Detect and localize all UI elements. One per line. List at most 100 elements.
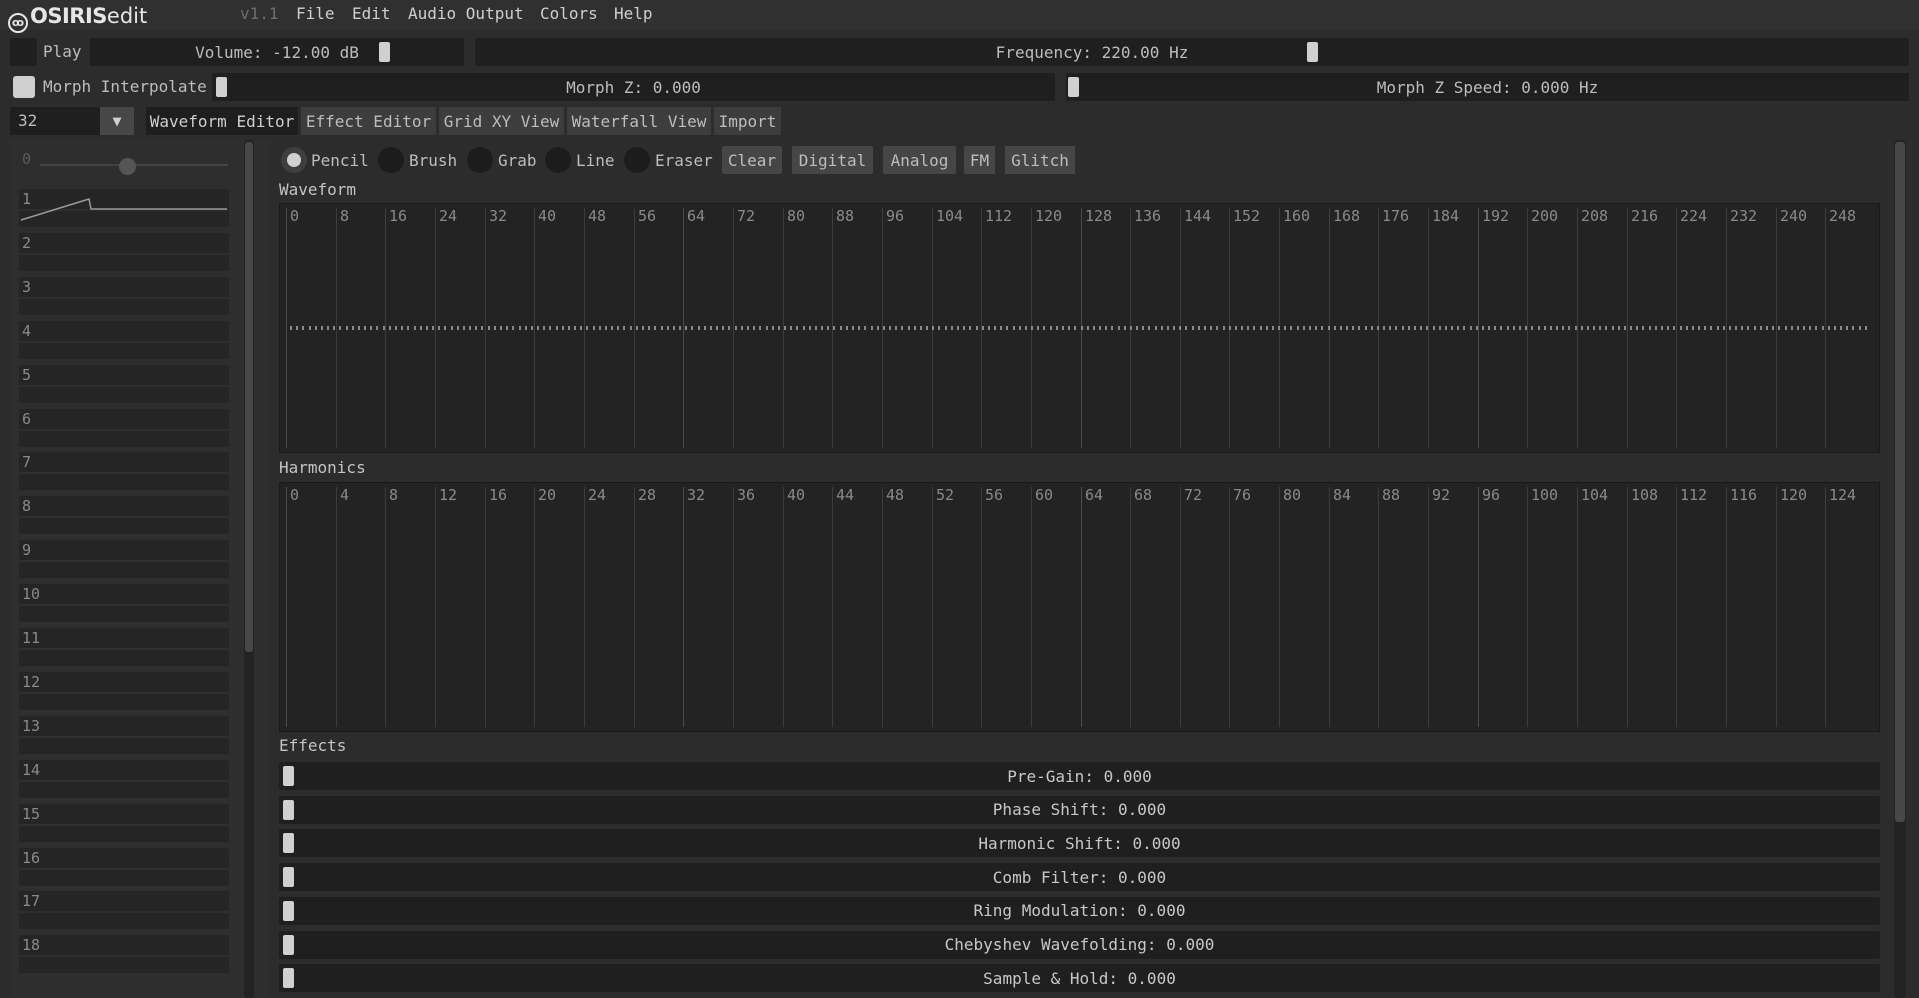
waveform-sample-point[interactable] [1124,326,1126,330]
tab-waveform-editor[interactable]: Waveform Editor [146,107,298,135]
waveform-sample-point[interactable] [358,326,360,330]
waveform-sample-point[interactable] [1766,326,1768,330]
waveform-sample-point[interactable] [1809,326,1811,330]
sidebar-slider-handle[interactable] [119,158,136,175]
waveform-sample-point[interactable] [1192,326,1194,330]
waveform-sample-point[interactable] [1605,326,1607,330]
waveform-sample-point[interactable] [1062,326,1064,330]
waveform-sample-point[interactable] [1383,326,1385,330]
play-checkbox[interactable] [10,38,37,66]
waveform-sample-point[interactable] [512,326,514,330]
waveform-sample-point[interactable] [1013,326,1015,330]
waveform-sample-point[interactable] [1859,326,1861,330]
tab-grid-xy-view[interactable]: Grid XY View [439,107,564,135]
waveform-sample-point[interactable] [1735,326,1737,330]
waveform-sample-point[interactable] [1680,326,1682,330]
glitch-button[interactable]: Glitch [1005,146,1075,174]
waveform-sample-point[interactable] [1210,326,1212,330]
waveform-sample-point[interactable] [753,326,755,330]
waveform-sample-point[interactable] [735,326,737,330]
waveform-sample-point[interactable] [1649,326,1651,330]
waveform-sample-point[interactable] [438,326,440,330]
waveform-sample-point[interactable] [617,326,619,330]
waveform-sample-point[interactable] [840,326,842,330]
waveform-sample-point[interactable] [1550,326,1552,330]
waveform-sample-point[interactable] [1161,326,1163,330]
waveform-sample-point[interactable] [938,326,940,330]
waveform-sample-point[interactable] [414,326,416,330]
waveform-sample-point[interactable] [747,326,749,330]
wavetable-slot[interactable]: 13 [19,716,229,754]
waveform-sample-point[interactable] [1772,326,1774,330]
menu-audio-output[interactable]: Audio Output [408,4,524,23]
waveform-sample-point[interactable] [1593,326,1595,330]
waveform-sample-point[interactable] [309,326,311,330]
waveform-sample-point[interactable] [1019,326,1021,330]
waveform-sample-point[interactable] [370,326,372,330]
waveform-sample-point[interactable] [864,326,866,330]
waveform-sample-point[interactable] [1321,326,1323,330]
waveform-sample-point[interactable] [543,326,545,330]
waveform-sample-point[interactable] [1278,326,1280,330]
effect-slider-handle[interactable] [283,799,294,820]
waveform-sample-point[interactable] [519,326,521,330]
waveform-sample-point[interactable] [463,326,465,330]
waveform-sample-point[interactable] [926,326,928,330]
waveform-sample-point[interactable] [852,326,854,330]
morph-z-slider[interactable]: Morph Z: 0.000 [212,73,1055,101]
waveform-sample-point[interactable] [1840,326,1842,330]
waveform-sample-point[interactable] [432,326,434,330]
waveform-sample-point[interactable] [1723,326,1725,330]
waveform-sample-point[interactable] [1667,326,1669,330]
waveform-sample-point[interactable] [901,326,903,330]
waveform-sample-point[interactable] [623,326,625,330]
waveform-sample-point[interactable] [302,326,304,330]
waveform-sample-point[interactable] [457,326,459,330]
waveform-sample-point[interactable] [1494,326,1496,330]
radio-eraser[interactable] [624,147,650,173]
wavetable-slot[interactable]: 11 [19,628,229,666]
waveform-sample-point[interactable] [1815,326,1817,330]
waveform-sample-point[interactable] [1470,326,1472,330]
waveform-sample-point[interactable] [1741,326,1743,330]
waveform-sample-point[interactable] [1636,326,1638,330]
tab-waterfall-view[interactable]: Waterfall View [567,107,711,135]
waveform-sample-point[interactable] [1754,326,1756,330]
waveform-sample-point[interactable] [1216,326,1218,330]
wavetable-slot[interactable]: 12 [19,672,229,710]
waveform-sample-point[interactable] [1562,326,1564,330]
waveform-sample-point[interactable] [327,326,329,330]
waveform-sample-point[interactable] [395,326,397,330]
waveform-sample-point[interactable] [796,326,798,330]
waveform-sample-point[interactable] [728,326,730,330]
fm-button[interactable]: FM [964,146,995,174]
waveform-sample-point[interactable] [1235,326,1237,330]
effect-slider-handle[interactable] [283,833,294,854]
digital-button[interactable]: Digital [792,146,873,174]
waveform-sample-point[interactable] [784,326,786,330]
waveform-sample-point[interactable] [1099,326,1101,330]
waveform-sample-point[interactable] [1087,326,1089,330]
tab-effect-editor[interactable]: Effect Editor [301,107,436,135]
waveform-sample-point[interactable] [1797,326,1799,330]
waveform-sample-point[interactable] [580,326,582,330]
waveform-sample-point[interactable] [932,326,934,330]
wavetable-slot[interactable]: 7 [19,452,229,490]
waveform-sample-point[interactable] [426,326,428,330]
morph-z-speed-slider-handle[interactable] [1068,77,1079,97]
waveform-sample-point[interactable] [1525,326,1527,330]
waveform-sample-point[interactable] [586,326,588,330]
waveform-sample-point[interactable] [1828,326,1830,330]
tab-import[interactable]: Import [714,107,781,135]
waveform-sample-point[interactable] [1185,326,1187,330]
waveform-sample-point[interactable] [1272,326,1274,330]
waveform-sample-point[interactable] [1081,326,1083,330]
waveform-sample-point[interactable] [667,326,669,330]
waveform-sample-point[interactable] [957,326,959,330]
waveform-sample-point[interactable] [525,326,527,330]
wavetable-slot[interactable]: 10 [19,584,229,622]
waveform-sample-point[interactable] [407,326,409,330]
waveform-sample-point[interactable] [1661,326,1663,330]
clear-button[interactable]: Clear [722,146,782,174]
waveform-sample-point[interactable] [376,326,378,330]
